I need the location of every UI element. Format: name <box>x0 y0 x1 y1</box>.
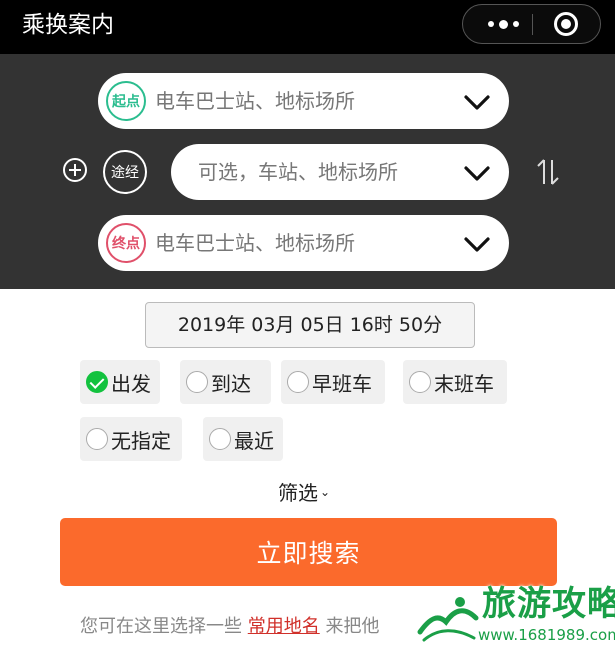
chevron-down-icon: ⌄ <box>320 485 331 499</box>
filter-label: 筛选 <box>278 480 318 505</box>
chevron-down-icon[interactable] <box>463 159 491 187</box>
common-places-link[interactable]: 常用地名 <box>248 616 320 637</box>
capsule-divider <box>532 14 533 35</box>
option-nearest[interactable]: 最近 <box>203 417 283 461</box>
end-badge: 终点 <box>106 223 146 263</box>
start-placeholder: 电车巴士站、地标场所 <box>155 89 355 113</box>
mountain-logo-icon <box>417 597 479 642</box>
search-button[interactable]: 立即搜索 <box>60 518 557 586</box>
option-first-train[interactable]: 早班车 <box>281 360 385 404</box>
option-label: 最近 <box>234 428 274 453</box>
option-depart[interactable]: 出发 <box>80 360 160 404</box>
via-field[interactable]: 可选，车站、地标场所 <box>171 144 509 200</box>
footnote-suffix: 来把他 <box>325 616 380 637</box>
chevron-down-icon[interactable] <box>463 230 491 258</box>
page-title: 乘换案内 <box>22 12 114 38</box>
end-field[interactable]: 终点 电车巴士站、地标场所 <box>98 215 509 271</box>
more-dots-icon[interactable] <box>483 5 523 43</box>
option-label: 无指定 <box>111 428 171 453</box>
target-icon[interactable] <box>554 12 578 36</box>
watermark-url: www.1681989.com <box>478 626 615 644</box>
option-label: 到达 <box>211 371 251 396</box>
end-placeholder: 电车巴士站、地标场所 <box>155 231 355 255</box>
radio-icon[interactable] <box>209 428 231 450</box>
radio-icon[interactable] <box>86 428 108 450</box>
datetime-picker[interactable]: 2019年 03月 05日 16时 50分 <box>145 302 475 348</box>
option-label: 出发 <box>111 371 151 396</box>
chevron-down-icon[interactable] <box>463 88 491 116</box>
miniprogram-capsule <box>462 4 601 44</box>
option-unspecified[interactable]: 无指定 <box>80 417 182 461</box>
option-arrive[interactable]: 到达 <box>180 360 271 404</box>
title-bar: 乘换案内 <box>0 0 615 54</box>
option-label: 早班车 <box>312 371 372 396</box>
radio-icon[interactable] <box>287 371 309 393</box>
watermark: 旅游攻略 www.1681989.com <box>412 582 615 653</box>
watermark-title: 旅游攻略 <box>482 584 615 624</box>
start-badge: 起点 <box>106 81 146 121</box>
start-field[interactable]: 起点 电车巴士站、地标场所 <box>98 73 509 129</box>
filter-toggle[interactable]: 筛选 ⌄ <box>278 476 330 506</box>
footnote: 您可在这里选择一些 常用地名 来把他 <box>80 612 379 638</box>
via-placeholder: 可选，车站、地标场所 <box>198 160 398 184</box>
via-badge: 途经 <box>103 150 147 194</box>
option-label: 末班车 <box>434 371 494 396</box>
option-last-train[interactable]: 末班车 <box>403 360 507 404</box>
add-via-icon[interactable] <box>63 158 87 182</box>
route-panel: 起点 电车巴士站、地标场所 途经 可选，车站、地标场所 终点 电车巴士站、地标场… <box>0 54 615 289</box>
swap-icon[interactable] <box>535 157 561 187</box>
radio-icon[interactable] <box>186 371 208 393</box>
radio-icon[interactable] <box>409 371 431 393</box>
footnote-prefix: 您可在这里选择一些 <box>80 616 242 637</box>
checked-radio-icon[interactable] <box>86 371 108 393</box>
